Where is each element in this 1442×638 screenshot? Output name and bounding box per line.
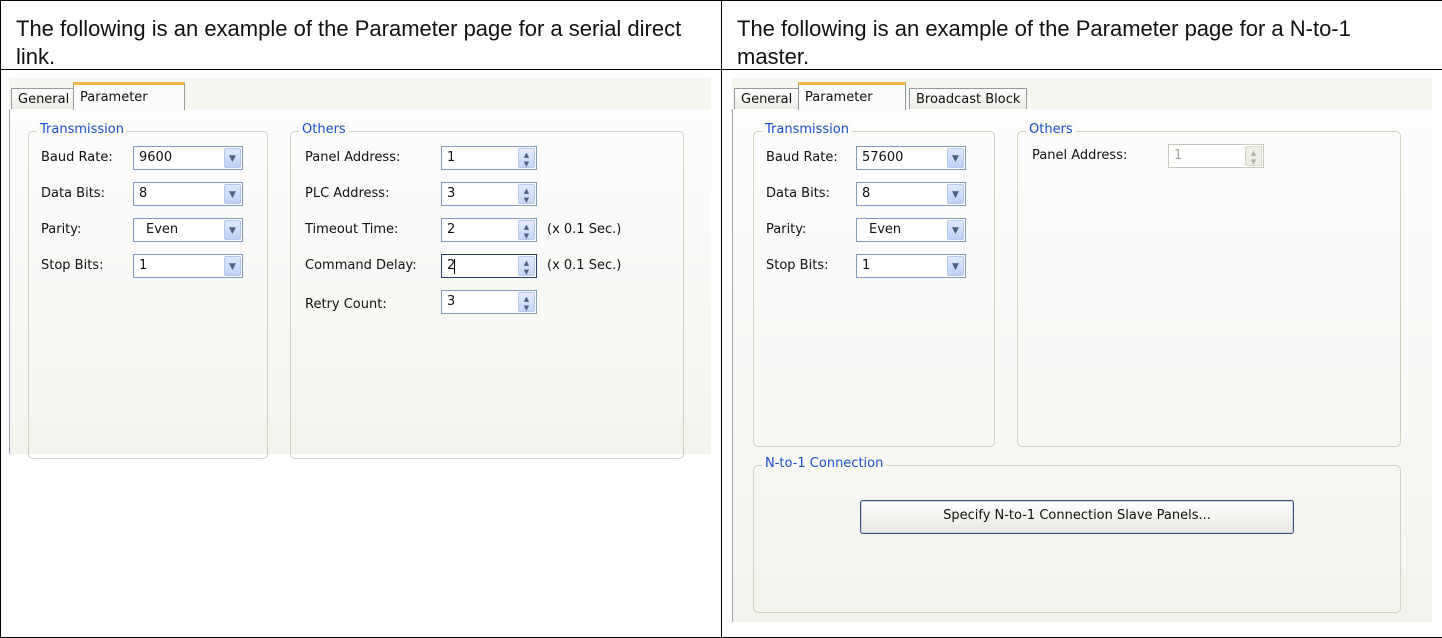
spin-arrows-icon[interactable]: ▲ ▼ (518, 219, 535, 240)
left-tab-panel: Transmission Baud Rate: 9600 ▼ Data Bits:… (9, 108, 711, 459)
left-dialog: General Parameter Transmission Baud Rate… (9, 77, 711, 459)
right-data-bits-label: Data Bits: (766, 185, 830, 201)
left-plc-address-label: PLC Address: (305, 185, 390, 201)
spin-arrows-icon[interactable]: ▲ ▼ (518, 147, 535, 168)
left-retry-label: Retry Count: (305, 296, 387, 312)
text-caret (454, 258, 455, 274)
right-dialog: General Parameter Broadcast Block Transm… (732, 77, 1432, 622)
right-others-legend: Others (1026, 121, 1076, 137)
chevron-down-icon[interactable]: ▼ (224, 255, 241, 276)
left-timeout-spinner[interactable]: 2 ▲ ▼ (441, 217, 537, 242)
document-table: The following is an example of the Param… (0, 0, 1442, 638)
right-transmission-legend: Transmission (762, 121, 852, 137)
right-tab-strip: General Parameter Broadcast Block (732, 78, 1432, 111)
right-tab-parameter[interactable]: Parameter (798, 81, 906, 111)
right-panel-address-label: Panel Address: (1032, 147, 1128, 163)
left-panel-address-spinner[interactable]: 1 ▲ ▼ (441, 145, 537, 170)
left-caption: The following is an example of the Param… (16, 16, 682, 69)
left-transmission-legend: Transmission (37, 121, 127, 137)
right-n-to-1-group: N-to-1 Connection Specify N-to-1 Connect… (753, 455, 1401, 613)
left-command-delay-spinner[interactable]: 2 ▲ ▼ (441, 253, 537, 278)
left-panel-address-label: Panel Address: (305, 149, 401, 165)
left-plc-address-spinner[interactable]: 3 ▲ ▼ (441, 181, 537, 206)
left-tab-parameter[interactable]: Parameter (73, 81, 185, 111)
left-command-delay-unit: (x 0.1 Sec.) (547, 257, 622, 273)
spin-arrows-icon[interactable]: ▲ ▼ (518, 183, 535, 204)
chevron-down-icon[interactable]: ▼ (224, 183, 241, 204)
right-n-to-1-legend: N-to-1 Connection (762, 455, 887, 471)
left-tab-general[interactable]: General (11, 87, 77, 110)
right-others-group: Others Panel Address: 1 ▲ ▼ (1017, 121, 1401, 447)
left-timeout-unit: (x 0.1 Sec.) (547, 221, 622, 237)
right-tab-general[interactable]: General (734, 87, 800, 110)
right-caption-cell: The following is an example of the Param… (721, 0, 1442, 70)
right-tab-broadcast-block[interactable]: Broadcast Block (909, 87, 1028, 110)
right-caption: The following is an example of the Param… (737, 16, 1351, 69)
spin-arrows-icon[interactable]: ▲ ▼ (518, 291, 535, 312)
left-screenshot-cell: General Parameter Transmission Baud Rate… (0, 68, 722, 638)
right-stop-bits-label: Stop Bits: (766, 257, 829, 273)
left-baud-rate-label: Baud Rate: (41, 149, 113, 165)
right-parity-label: Parity: (766, 221, 807, 237)
chevron-down-icon[interactable]: ▼ (947, 255, 964, 276)
chevron-down-icon[interactable]: ▼ (947, 219, 964, 240)
left-tab-strip: General Parameter (9, 78, 711, 111)
left-data-bits-label: Data Bits: (41, 185, 105, 201)
chevron-down-icon[interactable]: ▼ (224, 219, 241, 240)
right-data-bits-select[interactable]: 8 ▼ (856, 181, 966, 206)
left-baud-rate-select[interactable]: 9600 ▼ (133, 145, 243, 170)
spin-arrows-icon[interactable]: ▲ ▼ (518, 255, 535, 276)
right-tab-panel: Transmission Baud Rate: 57600 ▼ Data Bits… (732, 108, 1432, 622)
left-parity-label: Parity: (41, 221, 82, 237)
right-baud-rate-select[interactable]: 57600 ▼ (856, 145, 966, 170)
right-screenshot-cell: General Parameter Broadcast Block Transm… (721, 68, 1442, 638)
right-panel-address-spinner: 1 ▲ ▼ (1168, 143, 1264, 168)
left-caption-cell: The following is an example of the Param… (0, 0, 722, 70)
chevron-down-icon[interactable]: ▼ (947, 183, 964, 204)
spin-arrows-icon: ▲ ▼ (1245, 145, 1262, 166)
right-transmission-group: Transmission Baud Rate: 57600 ▼ Data Bits… (753, 121, 995, 447)
left-data-bits-select[interactable]: 8 ▼ (133, 181, 243, 206)
specify-slave-panels-button[interactable]: Specify N-to-1 Connection Slave Panels..… (860, 499, 1294, 534)
left-timeout-label: Timeout Time: (305, 221, 399, 237)
left-transmission-group: Transmission Baud Rate: 9600 ▼ Data Bits:… (28, 121, 268, 459)
right-stop-bits-select[interactable]: 1 ▼ (856, 253, 966, 278)
left-parity-select[interactable]: Even ▼ (133, 217, 243, 242)
left-others-group: Others Panel Address: 1 ▲ ▼ PLC Address: 3… (290, 121, 684, 459)
chevron-down-icon[interactable]: ▼ (224, 147, 241, 168)
left-retry-spinner[interactable]: 3 ▲ ▼ (441, 289, 537, 314)
left-stop-bits-select[interactable]: 1 ▼ (133, 253, 243, 278)
left-others-legend: Others (299, 121, 349, 137)
right-parity-select[interactable]: Even ▼ (856, 217, 966, 242)
left-command-delay-label: Command Delay: (305, 257, 417, 273)
chevron-down-icon[interactable]: ▼ (947, 147, 964, 168)
right-baud-rate-label: Baud Rate: (766, 149, 838, 165)
left-stop-bits-label: Stop Bits: (41, 257, 104, 273)
